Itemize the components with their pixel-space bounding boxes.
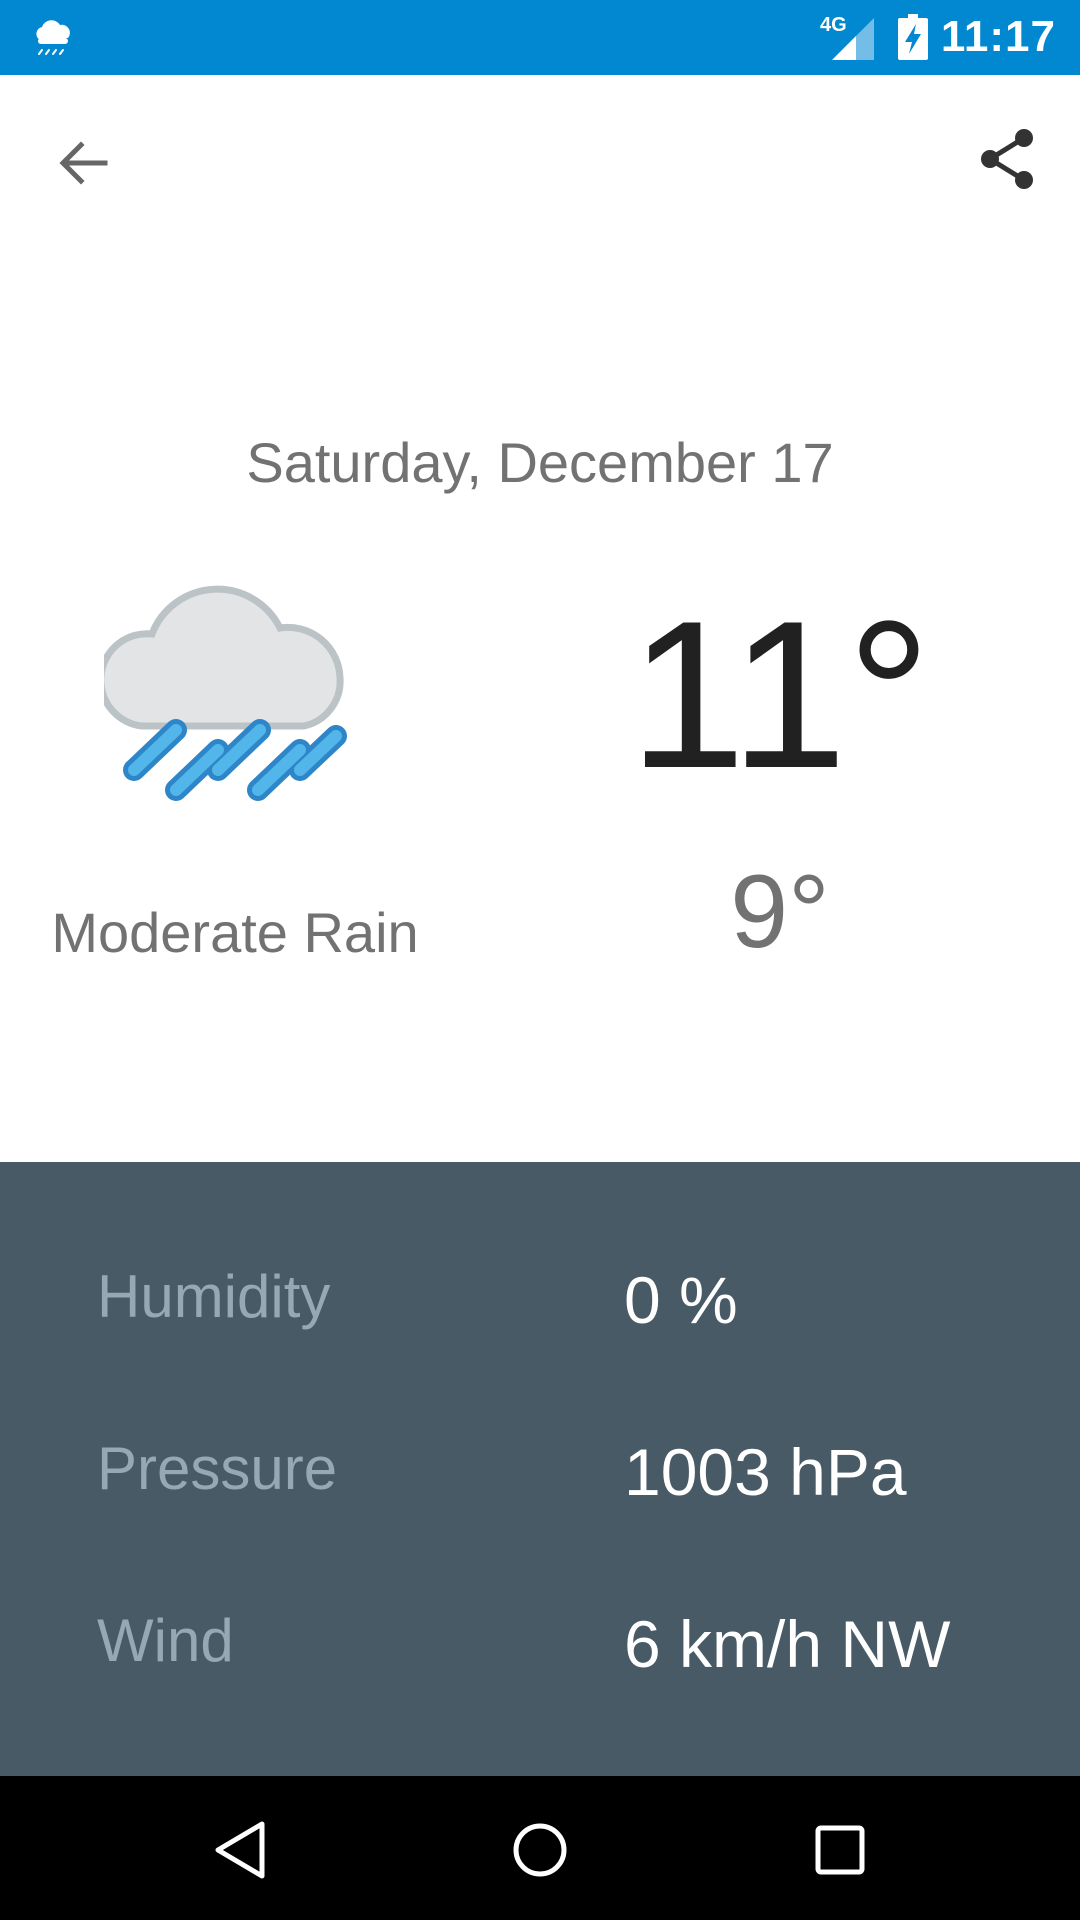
forecast-date: Saturday, December 17 — [246, 431, 834, 494]
humidity-value: 0 % — [624, 1263, 738, 1337]
battery-charging-icon — [898, 14, 928, 60]
wind-label: Wind — [97, 1607, 234, 1674]
back-button[interactable] — [48, 128, 118, 198]
nav-back-button[interactable] — [200, 1810, 280, 1890]
low-temperature: 9° — [730, 854, 830, 970]
moderate-rain-icon — [104, 585, 347, 801]
detail-row-wind: Wind 6 km/h NW — [0, 1606, 1080, 1686]
detail-row-pressure: Pressure 1003 hPa — [0, 1434, 1080, 1514]
nav-recents-icon — [815, 1825, 865, 1875]
navigation-bar — [0, 1776, 1080, 1920]
weather-detail-screen: 4G 11:17 Saturday, December 17 Moderate … — [0, 0, 1080, 1920]
weather-condition: Moderate Rain — [51, 901, 419, 964]
share-button[interactable] — [972, 124, 1042, 194]
pressure-value: 1003 hPa — [624, 1435, 907, 1509]
cell-signal-icon — [832, 18, 874, 60]
detail-row-humidity: Humidity 0 % — [0, 1262, 1080, 1342]
nav-recents-button[interactable] — [800, 1810, 880, 1890]
nav-home-icon — [513, 1823, 567, 1877]
arrow-back-icon — [59, 141, 108, 185]
high-temperature: 11° — [629, 577, 931, 812]
pressure-label: Pressure — [97, 1435, 338, 1502]
detail-panel: Humidity 0 % Pressure 1003 hPa Wind 6 km… — [0, 1162, 1080, 1776]
status-bar: 4G 11:17 — [0, 0, 1080, 75]
share-icon — [981, 129, 1033, 189]
status-time: 11:17 — [940, 12, 1056, 61]
humidity-label: Humidity — [97, 1263, 331, 1330]
rain-cloud-icon — [36, 20, 70, 55]
nav-back-icon — [215, 1821, 265, 1879]
wind-value: 6 km/h NW — [624, 1607, 951, 1681]
nav-home-button[interactable] — [500, 1810, 580, 1890]
